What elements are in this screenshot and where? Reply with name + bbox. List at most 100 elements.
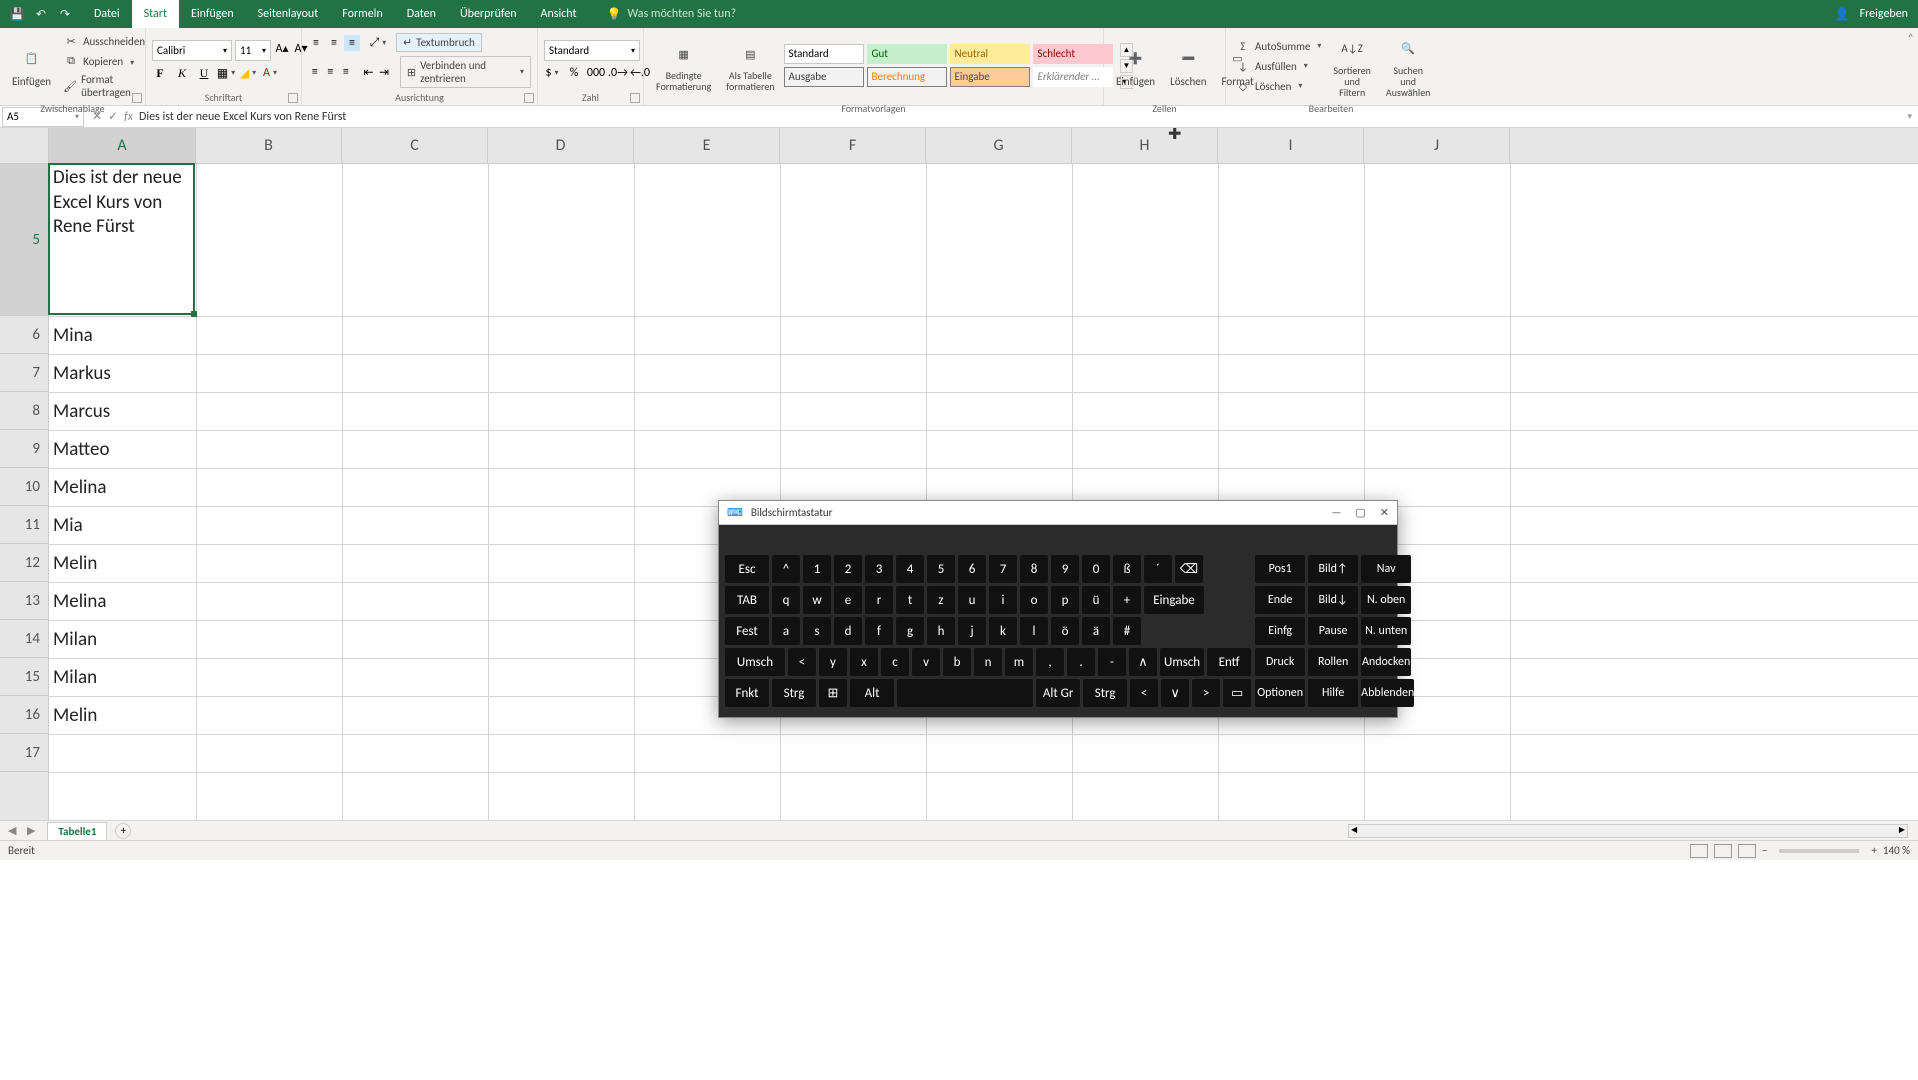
osk-key[interactable]: ß: [1113, 555, 1141, 583]
maximize-icon[interactable]: ▢: [1355, 506, 1365, 519]
osk-key[interactable]: [897, 679, 1033, 707]
osk-key[interactable]: s: [803, 617, 831, 645]
cell[interactable]: Mina: [49, 316, 196, 354]
copy-button[interactable]: ⧉Kopieren: [60, 52, 148, 70]
osk-key[interactable]: i: [989, 586, 1017, 614]
page-break-view-button[interactable]: [1738, 844, 1756, 858]
osk-key[interactable]: j: [958, 617, 986, 645]
osk-key[interactable]: u: [958, 586, 986, 614]
osk-nav-key[interactable]: Rollen: [1308, 648, 1358, 676]
osk-key[interactable]: k: [989, 617, 1017, 645]
osk-key[interactable]: Strg: [772, 679, 816, 707]
osk-key[interactable]: Alt Gr: [1036, 679, 1080, 707]
cell[interactable]: Mia: [49, 506, 196, 544]
row-header[interactable]: 7: [0, 354, 48, 392]
osk-key[interactable]: ^: [772, 555, 800, 583]
osk-key[interactable]: r: [865, 586, 893, 614]
ribbon-tab-seitenlayout[interactable]: Seitenlayout: [246, 0, 331, 28]
osk-key[interactable]: ö: [1051, 617, 1079, 645]
zoom-level[interactable]: 140 %: [1883, 844, 1910, 857]
cell-style-option[interactable]: Schlecht: [1033, 44, 1113, 64]
fill-color-button[interactable]: ◢: [240, 65, 256, 81]
row-header[interactable]: 8: [0, 392, 48, 430]
increase-font-icon[interactable]: A▴: [274, 40, 290, 56]
row-header[interactable]: 6: [0, 316, 48, 354]
osk-nav-key[interactable]: Pos1: [1255, 555, 1305, 583]
ribbon-tab-ansicht[interactable]: Ansicht: [529, 0, 589, 28]
osk-nav-key[interactable]: Druck: [1255, 648, 1305, 676]
font-color-button[interactable]: A: [262, 65, 278, 81]
zoom-in-button[interactable]: +: [1871, 844, 1876, 857]
ribbon-tab-einfügen[interactable]: Einfügen: [179, 0, 246, 28]
osk-key[interactable]: Umsch: [725, 648, 785, 676]
align-bottom-icon[interactable]: ≡: [344, 35, 360, 51]
osk-key[interactable]: TAB: [725, 586, 769, 614]
zoom-slider[interactable]: [1779, 849, 1859, 853]
osk-nav-key[interactable]: N. oben: [1361, 586, 1411, 614]
osk-key[interactable]: ,: [1036, 648, 1064, 676]
row-header[interactable]: 17: [0, 734, 48, 772]
osk-key[interactable]: h: [927, 617, 955, 645]
osk-nav-key[interactable]: Bild↑: [1308, 555, 1358, 583]
osk-key[interactable]: 0: [1082, 555, 1110, 583]
cell[interactable]: Marcus: [49, 392, 196, 430]
row-header[interactable]: 16: [0, 696, 48, 734]
row-header[interactable]: 10: [0, 468, 48, 506]
account-icon[interactable]: 👤: [1835, 7, 1850, 22]
osk-key[interactable]: n: [974, 648, 1002, 676]
indent-decrease-icon[interactable]: ⇤: [362, 64, 376, 80]
osk-key[interactable]: e: [834, 586, 862, 614]
percent-format-icon[interactable]: %: [566, 65, 582, 81]
minimize-icon[interactable]: —: [1331, 506, 1341, 519]
osk-key[interactable]: 1: [803, 555, 831, 583]
osk-key[interactable]: <: [1130, 679, 1158, 707]
column-header[interactable]: J: [1364, 128, 1510, 163]
osk-key[interactable]: 3: [865, 555, 893, 583]
column-header[interactable]: E: [634, 128, 780, 163]
merge-center-button[interactable]: ⊞Verbinden und zentrieren: [400, 56, 531, 88]
dialog-launcher-icon[interactable]: [288, 93, 298, 103]
italic-button[interactable]: K: [174, 65, 190, 81]
accounting-format-icon[interactable]: $: [544, 65, 560, 81]
conditional-format-button[interactable]: ▦Bedingte Formatierung: [650, 30, 717, 102]
osk-key[interactable]: 4: [896, 555, 924, 583]
normal-view-button[interactable]: [1690, 844, 1708, 858]
osk-nav-key[interactable]: Nav: [1361, 555, 1411, 583]
osk-nav-key[interactable]: Abblenden: [1361, 679, 1414, 707]
cell-style-option[interactable]: Eingabe: [950, 67, 1030, 87]
orientation-icon[interactable]: ⤢: [370, 35, 386, 51]
expand-formula-bar-icon[interactable]: ▾: [1907, 111, 1918, 122]
sheet-tab[interactable]: Tabelle1: [47, 822, 107, 840]
cell-style-option[interactable]: Gut: [867, 44, 947, 64]
osk-key[interactable]: o: [1020, 586, 1048, 614]
osk-key[interactable]: 2: [834, 555, 862, 583]
osk-key[interactable]: m: [1005, 648, 1033, 676]
dialog-launcher-icon[interactable]: [524, 93, 534, 103]
osk-nav-key[interactable]: Pause: [1308, 617, 1358, 645]
sort-filter-button[interactable]: A↓ZSortieren und Filtern: [1327, 30, 1377, 102]
osk-key[interactable]: ▭: [1223, 679, 1251, 707]
row-headers[interactable]: 567891011121314151617: [0, 164, 49, 820]
add-sheet-button[interactable]: +: [115, 823, 131, 839]
osk-key[interactable]: Strg: [1083, 679, 1127, 707]
osk-key[interactable]: ⌫: [1175, 555, 1203, 583]
osk-key[interactable]: f: [865, 617, 893, 645]
osk-key[interactable]: .: [1067, 648, 1095, 676]
osk-nav-key[interactable]: Ende: [1255, 586, 1305, 614]
paste-button[interactable]: 📋 Einfügen: [6, 30, 57, 102]
osk-key[interactable]: w: [803, 586, 831, 614]
cell[interactable]: Milan: [49, 620, 196, 658]
fill-button[interactable]: ↓Ausfüllen: [1232, 57, 1324, 75]
column-header[interactable]: H: [1072, 128, 1218, 163]
osk-key[interactable]: t: [896, 586, 924, 614]
column-header[interactable]: G: [926, 128, 1072, 163]
delete-cells-button[interactable]: ➖Löschen: [1164, 30, 1212, 102]
osk-nav-key[interactable]: Bild↓: [1308, 586, 1358, 614]
osk-key[interactable]: l: [1020, 617, 1048, 645]
osk-key[interactable]: Entf: [1207, 648, 1251, 676]
cells-area[interactable]: Dies ist der neue Excel Kurs von Rene Fü…: [49, 164, 1918, 820]
wrap-text-button[interactable]: ↵Textumbruch: [396, 33, 482, 52]
osk-key[interactable]: 8: [1020, 555, 1048, 583]
font-size-select[interactable]: 11▾: [235, 40, 271, 61]
row-header[interactable]: 14: [0, 620, 48, 658]
